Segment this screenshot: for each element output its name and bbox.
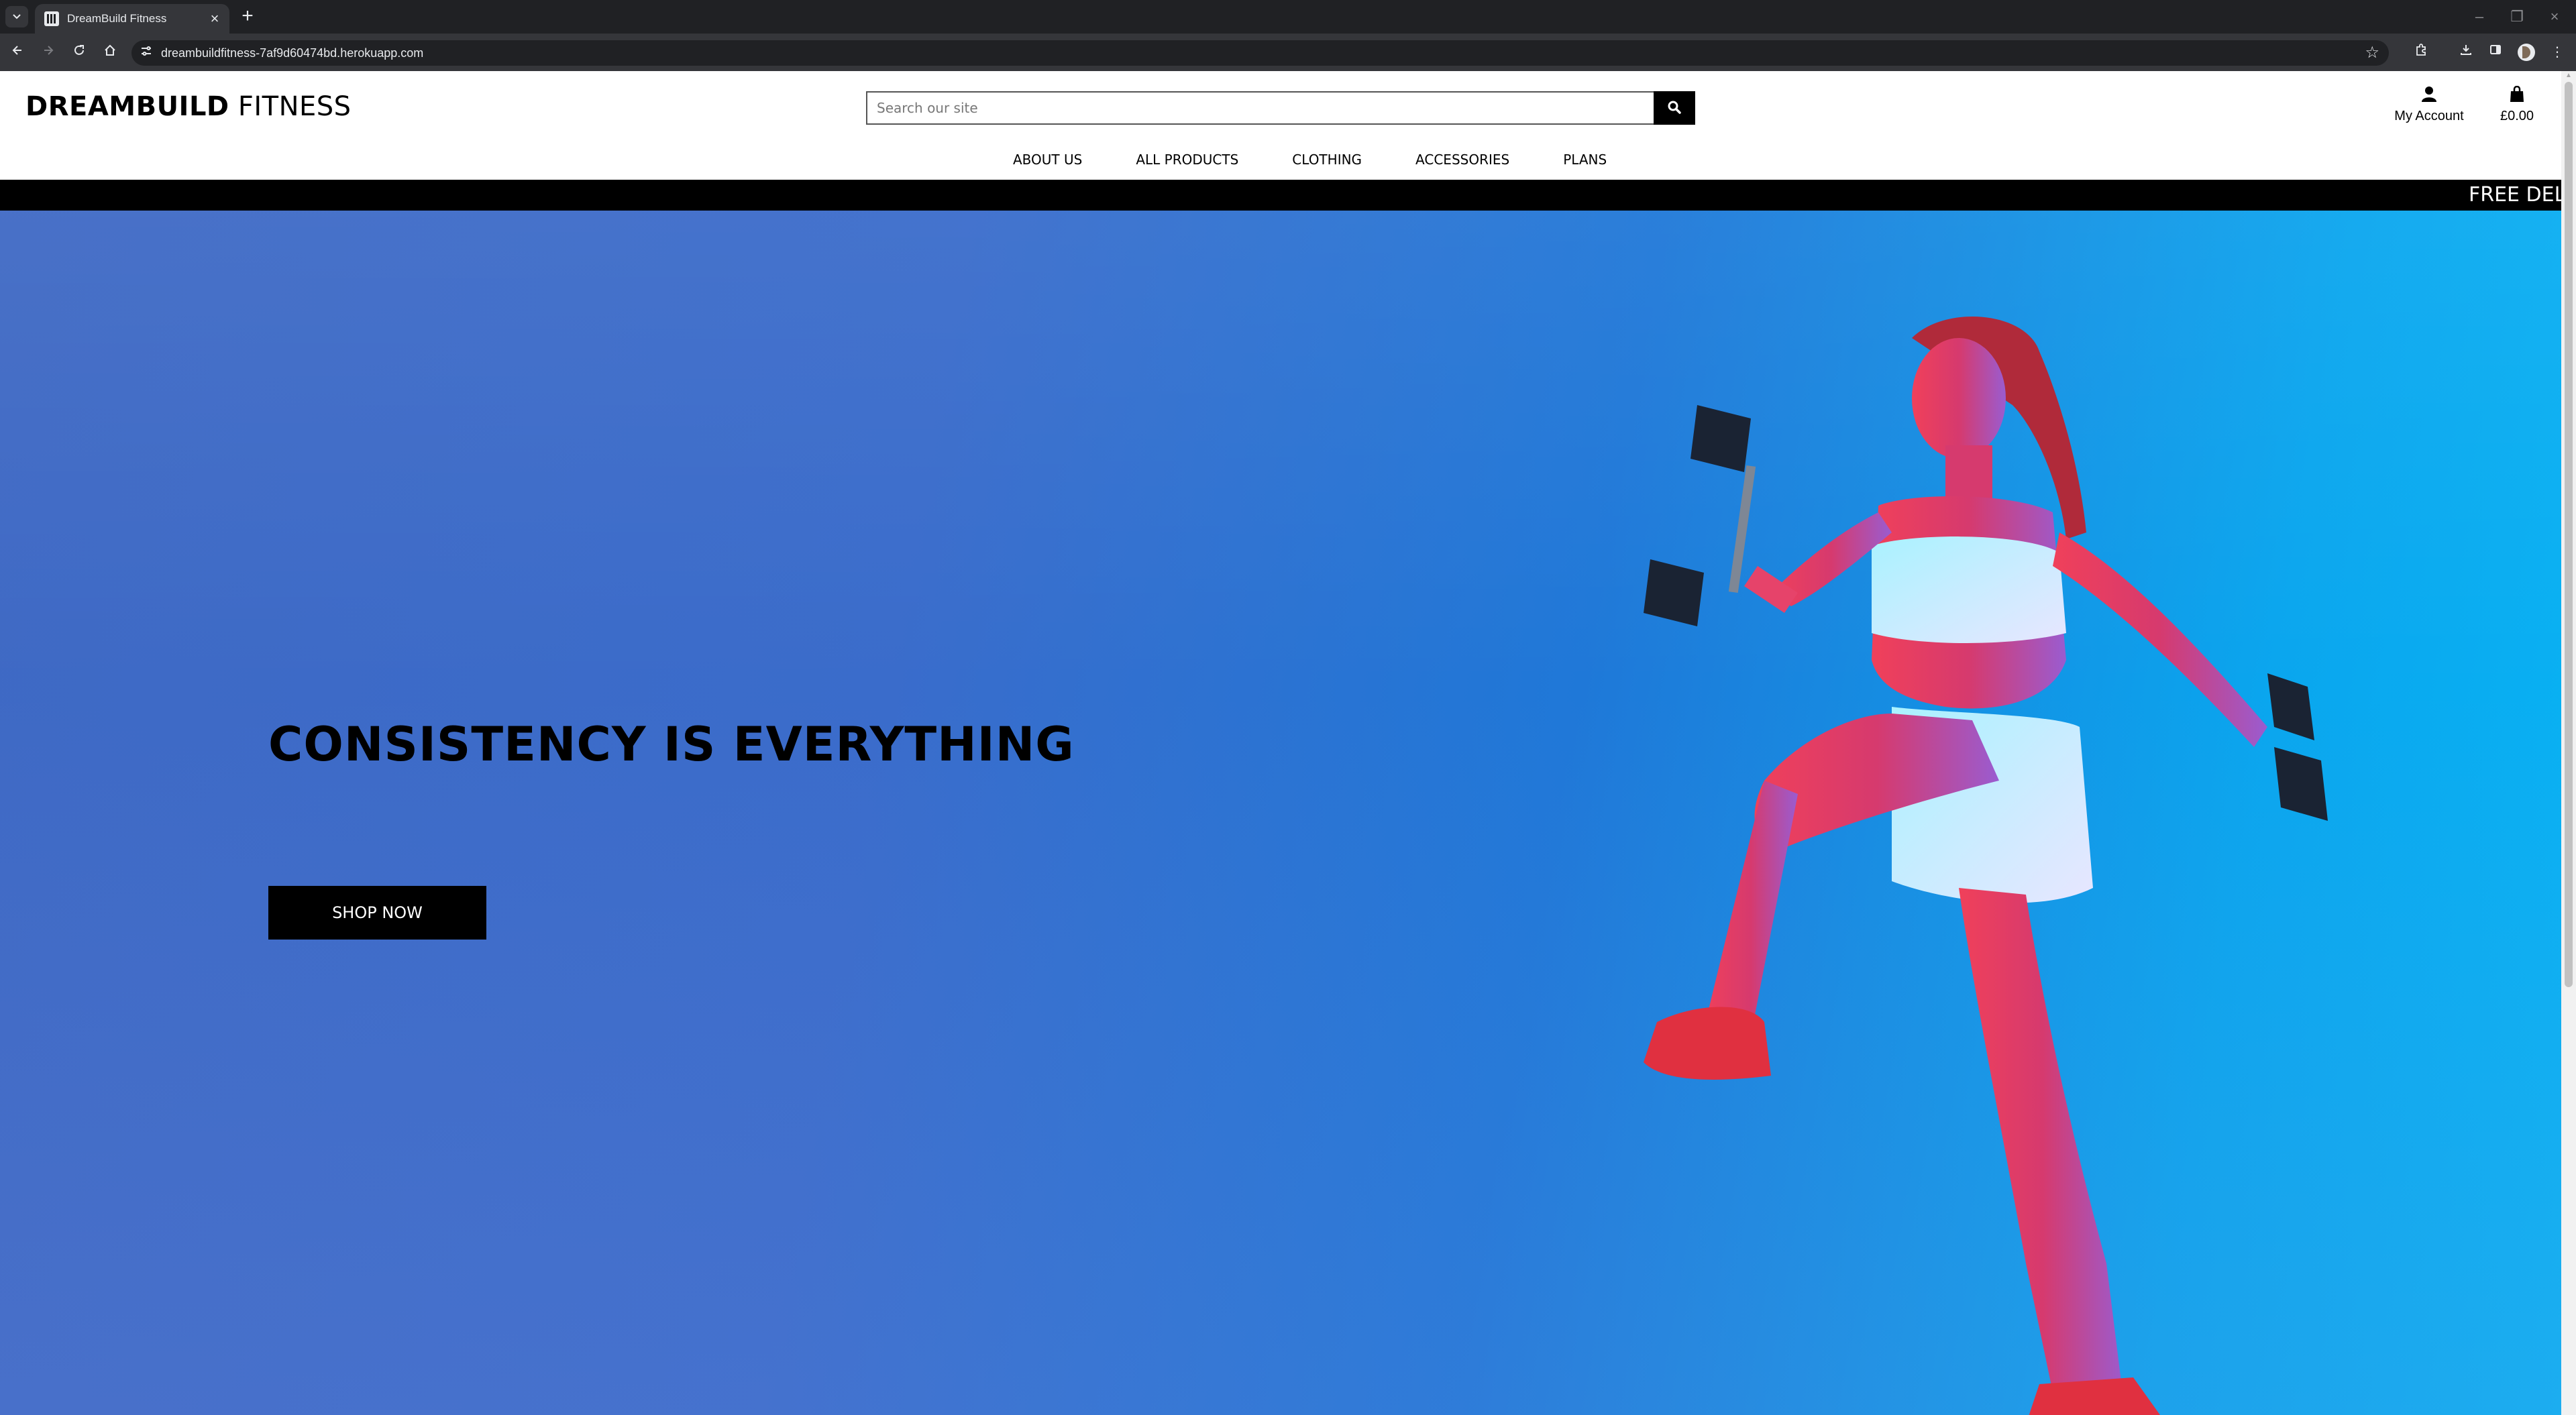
hero-title: CONSISTENCY IS EVERYTHING <box>268 717 1075 772</box>
shop-now-button[interactable]: SHOP NOW <box>268 886 486 940</box>
promo-banner: FREE DELI <box>0 180 2561 211</box>
new-tab-icon[interactable]: + <box>236 6 259 27</box>
extensions-icon[interactable] <box>2410 42 2432 63</box>
main-navigation: ABOUT US ALL PRODUCTS CLOTHING ACCESSORI… <box>986 146 1633 173</box>
scrollbar-thumb[interactable] <box>2565 82 2573 987</box>
home-icon[interactable] <box>99 42 121 63</box>
browser-toolbar: dreambuildfitness-7af9d60474bd.herokuapp… <box>0 34 2576 71</box>
tab-close-icon[interactable]: × <box>207 11 223 26</box>
search-form <box>866 91 1695 125</box>
address-bar[interactable]: dreambuildfitness-7af9d60474bd.herokuapp… <box>131 40 2389 66</box>
nav-accessories[interactable]: ACCESSORIES <box>1389 152 1536 168</box>
web-page: DREAMBUILD FITNESS My Account £0.00 <box>0 71 2561 1415</box>
reload-icon[interactable] <box>68 42 90 63</box>
scroll-up-icon[interactable]: ▲ <box>2565 72 2572 79</box>
shopping-bag-icon <box>2490 85 2544 106</box>
promo-banner-text: FREE DELI <box>2469 183 2561 207</box>
site-info-icon[interactable] <box>138 45 154 61</box>
nav-about-us[interactable]: ABOUT US <box>986 152 1109 168</box>
shopping-bag-link[interactable]: £0.00 <box>2490 85 2544 124</box>
search-input[interactable] <box>866 91 1654 125</box>
hero-section: CONSISTENCY IS EVERYTHING SHOP NOW <box>0 211 2561 1415</box>
site-header: DREAMBUILD FITNESS My Account £0.00 <box>0 71 2561 180</box>
minimize-icon[interactable]: – <box>2461 5 2498 28</box>
page-scrollbar[interactable]: ▲ <box>2561 71 2576 1415</box>
site-logo[interactable]: DREAMBUILD FITNESS <box>25 91 352 122</box>
my-account-label: My Account <box>2394 109 2464 123</box>
search-icon <box>1667 100 1682 117</box>
favicon-icon <box>44 11 59 26</box>
logo-bold-text: DREAMBUILD <box>25 91 229 122</box>
nav-clothing[interactable]: CLOTHING <box>1265 152 1389 168</box>
back-icon[interactable] <box>7 42 28 63</box>
profile-avatar-icon[interactable] <box>2518 44 2535 61</box>
my-account-link[interactable]: My Account <box>2385 86 2473 124</box>
downloads-icon[interactable] <box>2455 42 2477 63</box>
url-text: dreambuildfitness-7af9d60474bd.herokuapp… <box>161 46 424 60</box>
nav-plans[interactable]: PLANS <box>1536 152 1633 168</box>
window-close-icon[interactable]: × <box>2536 5 2573 28</box>
forward-icon[interactable] <box>38 42 59 63</box>
logo-light-text: FITNESS <box>237 91 352 122</box>
hero-athlete-image <box>1644 316 2328 1415</box>
browser-tab-strip: DreamBuild Fitness × + – ❐ × <box>0 0 2576 34</box>
side-panel-icon[interactable] <box>2485 42 2506 63</box>
tab-title: DreamBuild Fitness <box>67 12 167 25</box>
chrome-menu-icon[interactable]: ⋮ <box>2546 42 2568 63</box>
search-button[interactable] <box>1654 91 1695 125</box>
user-icon <box>2385 86 2473 106</box>
bag-total: £0.00 <box>2500 109 2534 123</box>
restore-icon[interactable]: ❐ <box>2498 5 2536 28</box>
tab-list-icon[interactable] <box>5 6 28 27</box>
nav-all-products[interactable]: ALL PRODUCTS <box>1109 152 1265 168</box>
bookmark-star-icon[interactable]: ☆ <box>2365 43 2379 63</box>
browser-tab[interactable]: DreamBuild Fitness × <box>35 4 229 34</box>
